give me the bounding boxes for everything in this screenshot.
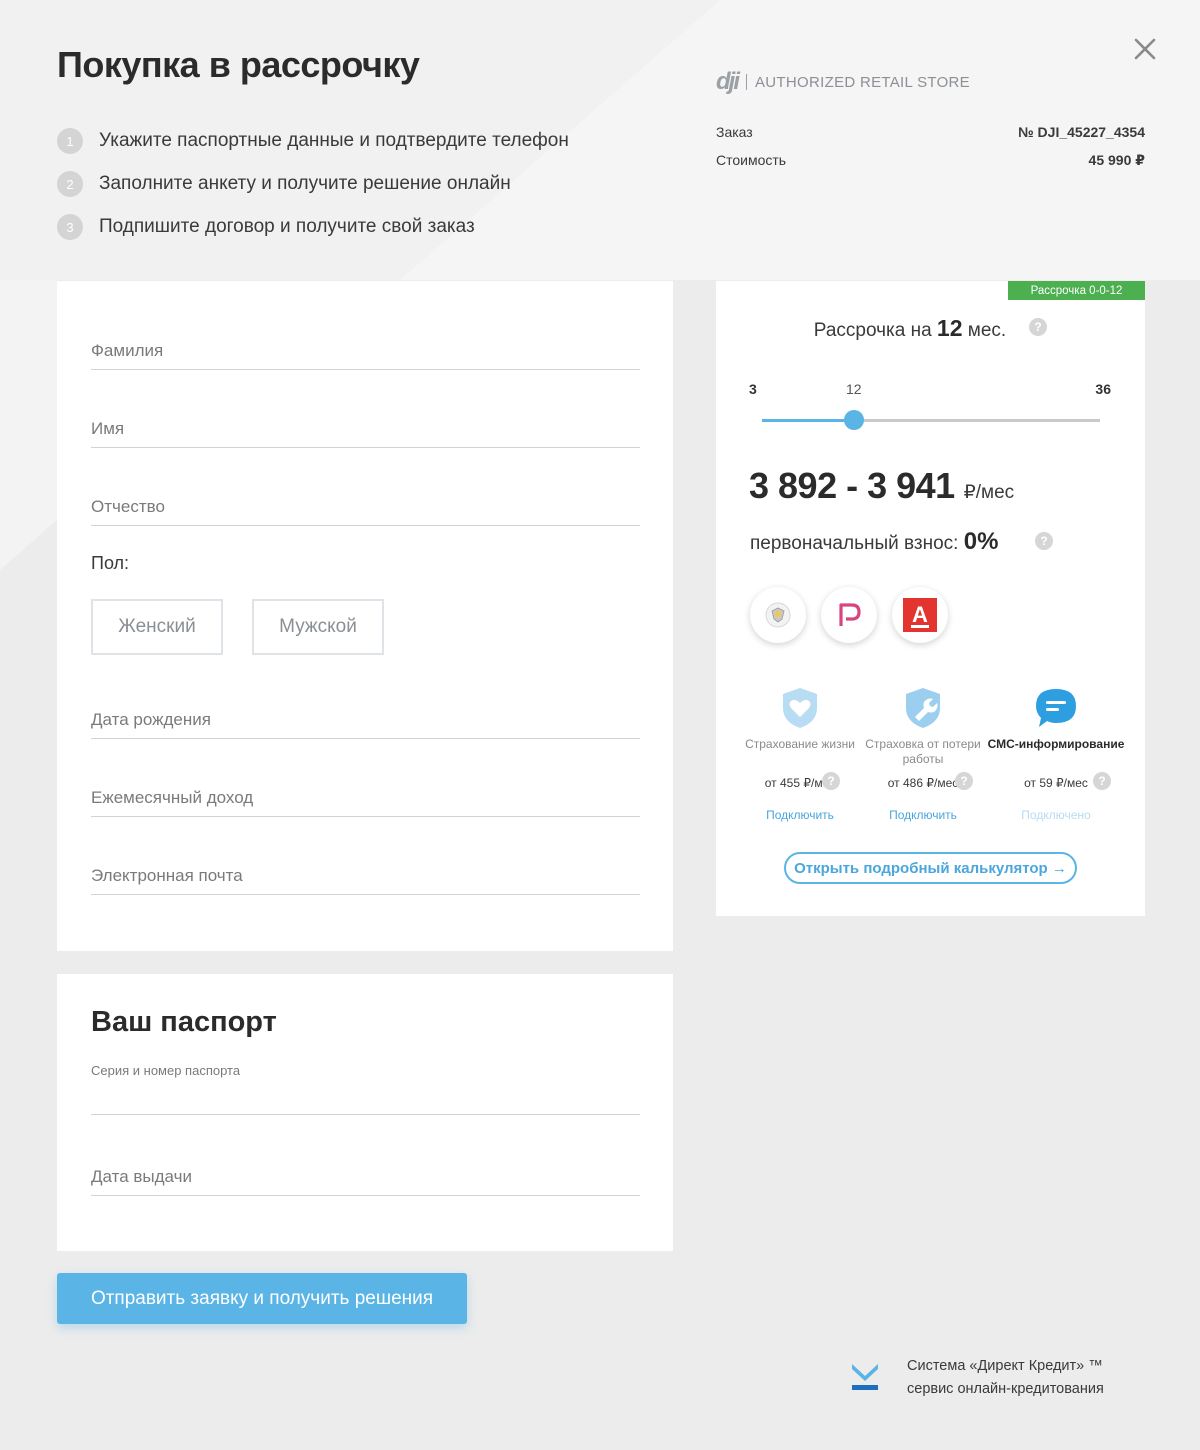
service-sms: СМС-информирование от 59 ₽/мес Подключен… <box>986 686 1126 822</box>
wrench-shield-icon <box>863 686 983 730</box>
issue-date-label: Дата выдачи <box>91 1167 192 1186</box>
tinkoff-logo[interactable] <box>750 587 806 643</box>
gender-female-button[interactable]: Женский <box>91 599 223 655</box>
store-brand: dji AUTHORIZED RETAIL STORE <box>716 68 970 96</box>
down-payment-label: первоначальный взнос: <box>750 533 959 554</box>
promo-badge: Рассрочка 0-0-12 <box>1008 281 1145 300</box>
footer-line-1: Система «Директ Кредит» ™ <box>907 1358 1103 1374</box>
step-text: Подпишите договор и получите свой заказ <box>99 216 475 237</box>
order-label: Заказ <box>716 124 753 140</box>
close-icon <box>1134 38 1156 60</box>
slider-max-label: 36 <box>1095 381 1111 397</box>
passport-number-field[interactable]: Серия и номер паспорта <box>91 1063 640 1115</box>
renaissance-emblem-icon <box>839 603 861 626</box>
step-text: Укажите паспортные данные и подтвердите … <box>99 130 569 151</box>
gender-male-button[interactable]: Мужской <box>252 599 384 655</box>
passport-title: Ваш паспорт <box>91 1006 277 1038</box>
down-payment-help-icon[interactable]: ? <box>1035 532 1053 550</box>
bank-list: А <box>750 587 963 643</box>
service-name: СМС-информирование <box>987 737 1125 751</box>
payment-range: 3 892 - 3 941 <box>749 465 955 506</box>
price-label: Стоимость <box>716 152 787 168</box>
submit-application-button[interactable]: Отправить заявку и получить решения <box>57 1273 467 1324</box>
gender-label: Пол: <box>91 553 130 573</box>
step-number: 3 <box>57 214 83 240</box>
chat-bubble-icon <box>986 686 1126 730</box>
alfa-logo[interactable]: А <box>892 587 948 643</box>
tinkoff-emblem-icon <box>765 602 791 628</box>
term-suffix: мес. <box>967 320 1007 341</box>
service-name: Страхование жизни <box>745 737 855 751</box>
income-label: Ежемесячный доход <box>91 788 254 807</box>
brand-text: AUTHORIZED RETAIL STORE <box>755 73 970 91</box>
first-name-field[interactable]: Имя <box>91 419 640 448</box>
payment-unit: ₽/мес <box>963 482 1015 503</box>
slider-thumb[interactable] <box>844 410 864 430</box>
steps-list: 1 Укажите паспортные данные и подтвердит… <box>57 128 569 257</box>
middle-name-field[interactable]: Отчество <box>91 497 640 526</box>
footer-line-2: сервис онлайн-кредитования <box>907 1381 1104 1397</box>
term-value: 12 <box>936 315 963 341</box>
passport-form: Ваш паспорт Серия и номер паспорта Дата … <box>57 974 673 1251</box>
svg-text:А: А <box>912 602 928 627</box>
down-payment: первоначальный взнос: 0% <box>750 528 998 556</box>
heart-shield-icon <box>740 686 860 730</box>
service-price: от 455 ₽/мес <box>764 776 836 790</box>
alfa-emblem-icon: А <box>903 598 937 632</box>
page-title: Покупка в рассрочку <box>57 44 420 85</box>
order-value: № DJI_45227_4354 <box>1018 124 1145 140</box>
step-number: 2 <box>57 171 83 197</box>
email-label: Электронная почта <box>91 866 243 885</box>
step-item: 2 Заполните анкету и получите решение он… <box>57 171 569 197</box>
issue-date-field[interactable]: Дата выдачи <box>91 1167 640 1196</box>
direct-credit-logo-icon <box>850 1362 880 1392</box>
step-item: 3 Подпишите договор и получите свой зака… <box>57 214 569 240</box>
term-prefix: Рассрочка на <box>813 320 932 341</box>
last-name-field[interactable]: Фамилия <box>91 341 640 370</box>
connect-life-insurance-link[interactable]: Подключить <box>740 808 860 822</box>
open-calculator-button[interactable]: Открыть подробный калькулятор → <box>784 852 1077 884</box>
dji-logo: dji <box>716 68 740 95</box>
middle-name-label: Отчество <box>91 497 165 516</box>
birth-date-label: Дата рождения <box>91 710 211 729</box>
sms-help-icon[interactable]: ? <box>1093 772 1111 790</box>
service-job-loss-insurance: Страховка от потери работы от 486 ₽/мес … <box>863 686 983 822</box>
service-name: Страховка от потери работы <box>865 737 981 766</box>
installment-calculator: Рассрочка 0-0-12 Рассрочка на 12 мес. ? … <box>716 281 1145 916</box>
down-payment-value: 0% <box>963 528 999 555</box>
step-item: 1 Укажите паспортные данные и подтвердит… <box>57 128 569 154</box>
monthly-payment: 3 892 - 3 941 ₽/мес <box>749 465 1014 507</box>
first-name-label: Имя <box>91 419 125 438</box>
price-value: 45 990 ₽ <box>1088 152 1145 168</box>
slider-current-label: 12 <box>846 381 862 397</box>
order-price-row: Стоимость 45 990 ₽ <box>716 152 1145 180</box>
birth-date-field[interactable]: Дата рождения <box>91 710 640 739</box>
step-number: 1 <box>57 128 83 154</box>
footer-text: Система «Директ Кредит» ™ сервис онлайн-… <box>907 1355 1104 1401</box>
service-life-insurance: Страхование жизни от 455 ₽/мес Подключит… <box>740 686 860 822</box>
additional-services: Страхование жизни от 455 ₽/мес Подключит… <box>740 686 1136 822</box>
passport-number-label: Серия и номер паспорта <box>91 1063 241 1078</box>
step-text: Заполните анкету и получите решение онла… <box>99 173 511 194</box>
term-help-icon[interactable]: ? <box>1029 318 1047 336</box>
job-insurance-help-icon[interactable]: ? <box>955 772 973 790</box>
close-button[interactable] <box>1128 32 1162 66</box>
email-field[interactable]: Электронная почта <box>91 866 640 895</box>
slider-fill <box>762 419 854 422</box>
term-slider[interactable] <box>762 410 1100 430</box>
renaissance-logo[interactable] <box>821 587 877 643</box>
slider-min-label: 3 <box>749 381 757 397</box>
connect-job-insurance-link[interactable]: Подключить <box>863 808 983 822</box>
order-info: Заказ № DJI_45227_4354 Стоимость 45 990 … <box>716 124 1145 180</box>
brand-divider <box>746 74 747 90</box>
personal-data-form: Фамилия Имя Отчество Пол: Женский Мужско… <box>57 281 673 951</box>
life-insurance-help-icon[interactable]: ? <box>822 772 840 790</box>
order-number-row: Заказ № DJI_45227_4354 <box>716 124 1145 152</box>
income-field[interactable]: Ежемесячный доход <box>91 788 640 817</box>
sms-connected-status: Подключено <box>1021 808 1091 822</box>
last-name-label: Фамилия <box>91 341 164 360</box>
